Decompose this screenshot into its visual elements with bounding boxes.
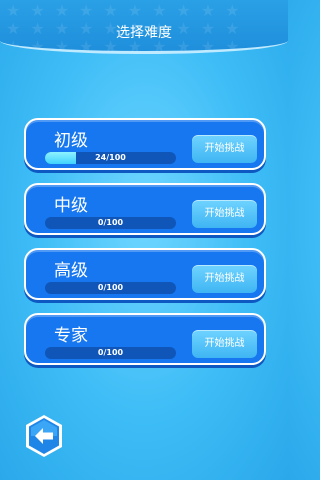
start-challenge-button[interactable]: 开始挑战	[192, 200, 257, 228]
progress-bar: 0/100	[45, 347, 176, 359]
start-challenge-button[interactable]: 开始挑战	[192, 265, 257, 293]
progress-bar: 24/100	[45, 152, 176, 164]
progress-count: 0/100	[97, 218, 124, 227]
level-name: 专家	[54, 326, 88, 346]
back-arrow-icon	[26, 415, 62, 457]
top-banner: ★★★★★★★★★★ ★★★★★★★★★★ ★★★★★★★★★★ 选择难度	[0, 0, 288, 54]
progress-bar: 0/100	[45, 217, 176, 229]
level-name: 初级	[54, 131, 88, 151]
level-card-expert: 专家 0/100 开始挑战	[24, 313, 266, 365]
level-name: 中级	[54, 196, 88, 216]
back-button[interactable]	[24, 414, 64, 458]
progress-count: 0/100	[97, 283, 124, 292]
progress-count: 0/100	[97, 348, 124, 357]
start-challenge-button[interactable]: 开始挑战	[192, 330, 257, 358]
level-name: 高级	[54, 261, 88, 281]
start-challenge-button[interactable]: 开始挑战	[192, 135, 257, 163]
progress-bar: 0/100	[45, 282, 176, 294]
level-card-beginner: 初级 24/100 开始挑战	[24, 118, 266, 170]
progress-count: 24/100	[95, 153, 126, 162]
page-title: 选择难度	[116, 25, 172, 41]
level-card-advanced: 高级 0/100 开始挑战	[24, 248, 266, 300]
level-card-intermediate: 中级 0/100 开始挑战	[24, 183, 266, 235]
